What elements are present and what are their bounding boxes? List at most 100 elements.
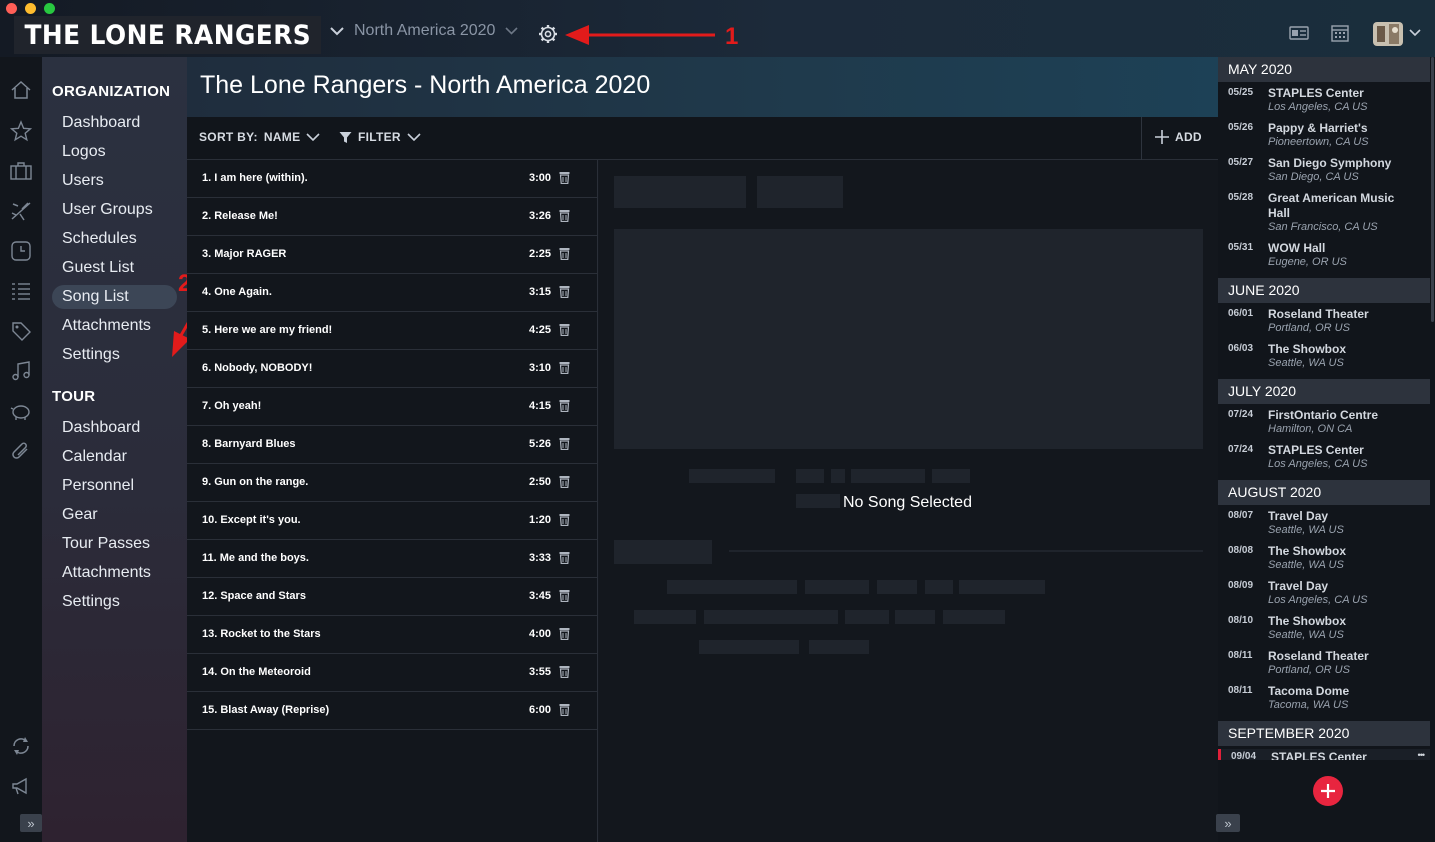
tag-icon[interactable] [10,320,32,342]
schedule-event[interactable]: 05/26 Pappy & Harriet's Pioneertown, CA US [1218,120,1430,155]
song-row[interactable]: 11. Me and the boys. 3:33 [187,540,598,578]
trash-icon[interactable] [559,323,570,336]
schedule-event[interactable]: 06/03 The Showbox Seattle, WA US [1218,341,1430,376]
paperclip-icon[interactable] [10,440,32,462]
schedule-event[interactable]: 07/24 FirstOntario Centre Hamilton, ON CA [1218,407,1430,442]
song-row[interactable]: 15. Blast Away (Reprise) 6:00 [187,692,598,730]
trash-icon[interactable] [559,551,570,564]
song-row[interactable]: 5. Here we are my friend! 4:25 [187,312,598,350]
song-row[interactable]: 3. Major RAGER 2:25 [187,236,598,274]
event-location: Seattle, WA US [1268,629,1344,641]
add-event-button[interactable] [1313,776,1343,806]
sidebar-item-tour-attachments[interactable]: Attachments [52,561,177,585]
sidebar-item-logos[interactable]: Logos [52,140,177,164]
clock-icon[interactable] [10,240,32,262]
calendar-icon[interactable] [1331,24,1349,42]
megaphone-icon[interactable] [10,775,32,797]
sidebar-item-dashboard[interactable]: Dashboard [52,111,177,135]
schedule-scrollbar[interactable] [1431,57,1434,322]
more-options-icon[interactable]: ••• [1418,750,1426,760]
sidebar-item-song-list[interactable]: Song List [52,285,177,309]
song-row[interactable]: 7. Oh yeah! 4:15 [187,388,598,426]
song-row[interactable]: 14. On the Meteoroid 3:55 [187,654,598,692]
month-header: JULY 2020 [1218,379,1430,404]
briefcase-icon[interactable] [10,160,32,182]
sidebar-item-users[interactable]: Users [52,169,177,193]
trash-icon[interactable] [559,171,570,184]
placeholder-block [757,176,843,208]
sort-label: SORT BY: [199,130,258,144]
sidebar-item-tour-dashboard[interactable]: Dashboard [52,416,177,440]
trash-icon[interactable] [559,475,570,488]
sidebar-item-gear[interactable]: Gear [52,503,177,527]
id-card-icon[interactable] [1289,26,1309,40]
trash-icon[interactable] [559,399,570,412]
song-row[interactable]: 1. I am here (within). 3:00 [187,160,598,198]
trash-icon[interactable] [559,437,570,450]
trash-icon[interactable] [559,627,570,640]
song-row[interactable]: 10. Except it's you. 1:20 [187,502,598,540]
sidebar-item-user-groups[interactable]: User Groups [52,198,177,222]
sidebar-item-settings[interactable]: Settings [52,343,177,367]
song-row[interactable]: 9. Gun on the range. 2:50 [187,464,598,502]
expand-schedule-button[interactable]: » [1216,814,1240,832]
sidebar-item-schedules[interactable]: Schedules [52,227,177,251]
trash-icon[interactable] [559,285,570,298]
list-icon[interactable] [10,280,32,302]
band-logo[interactable]: THE LONE RANGERS [14,16,321,54]
schedule-event[interactable]: 08/09 Travel Day Los Angeles, CA US [1218,578,1430,613]
schedule-event[interactable]: 05/28 Great American Music Hall San Franci… [1218,190,1430,240]
star-icon[interactable] [10,120,32,142]
schedule-event[interactable]: 08/11 Tacoma Dome Tacoma, WA US [1218,683,1430,718]
schedule-event[interactable]: 08/07 Travel Day Seattle, WA US [1218,508,1430,543]
trash-icon[interactable] [559,513,570,526]
filter-dropdown[interactable]: FILTER [339,130,421,144]
plane-icon[interactable] [10,200,32,222]
sidebar-item-calendar[interactable]: Calendar [52,445,177,469]
gear-icon[interactable] [538,24,558,44]
music-icon[interactable] [10,360,32,382]
event-location: Portland, OR US [1268,664,1350,676]
trash-icon[interactable] [559,589,570,602]
add-song-button[interactable]: ADD [1155,130,1202,144]
trash-icon[interactable] [559,703,570,716]
event-date: 06/01 [1228,308,1254,319]
user-menu[interactable] [1371,18,1421,48]
schedule-event[interactable]: 07/24 STAPLES Center Los Angeles, CA US [1218,442,1430,477]
sidebar-item-guest-list[interactable]: Guest List [52,256,177,280]
tour-selector[interactable]: North America 2020 [330,22,518,40]
event-location: Seattle, WA US [1268,559,1344,571]
expand-sidebar-button[interactable]: » [20,814,42,832]
sidebar-item-tour-passes[interactable]: Tour Passes [52,532,177,556]
schedule-event[interactable]: 08/08 The Showbox Seattle, WA US [1218,543,1430,578]
pig-icon[interactable] [10,400,32,422]
schedule-event[interactable]: 06/01 Roseland Theater Portland, OR US [1218,306,1430,341]
zoom-window-button[interactable] [44,3,55,14]
trash-icon[interactable] [559,665,570,678]
schedule-event[interactable]: 05/27 San Diego Symphony San Diego, CA US [1218,155,1430,190]
schedule-event[interactable]: 08/10 The Showbox Seattle, WA US [1218,613,1430,648]
home-icon[interactable] [10,79,32,101]
song-row[interactable]: 2. Release Me! 3:26 [187,198,598,236]
sidebar-item-personnel[interactable]: Personnel [52,474,177,498]
trash-icon[interactable] [559,247,570,260]
trash-icon[interactable] [559,209,570,222]
song-row[interactable]: 6. Nobody, NOBODY! 3:10 [187,350,598,388]
schedule-event[interactable]: 05/25 STAPLES Center Los Angeles, CA US [1218,85,1430,120]
sidebar-item-attachments[interactable]: Attachments [52,314,177,338]
schedule-event[interactable]: 05/31 WOW Hall Eugene, OR US [1218,240,1430,275]
minimize-window-button[interactable] [25,3,36,14]
placeholder-block [877,580,917,594]
sync-icon[interactable] [10,735,32,757]
song-row[interactable]: 8. Barnyard Blues 5:26 [187,426,598,464]
schedule-event[interactable]: 08/11 Roseland Theater Portland, OR US [1218,648,1430,683]
trash-icon[interactable] [559,361,570,374]
schedule-event[interactable]: 09/04STAPLES CenterLos Angeles, CA US••• [1218,749,1430,760]
song-row[interactable]: 12. Space and Stars 3:45 [187,578,598,616]
sidebar-item-tour-settings[interactable]: Settings [52,590,177,614]
sort-dropdown[interactable]: SORT BY: NAME [199,130,320,144]
window-controls [6,3,55,14]
close-window-button[interactable] [6,3,17,14]
song-row[interactable]: 13. Rocket to the Stars 4:00 [187,616,598,654]
song-row[interactable]: 4. One Again. 3:15 [187,274,598,312]
